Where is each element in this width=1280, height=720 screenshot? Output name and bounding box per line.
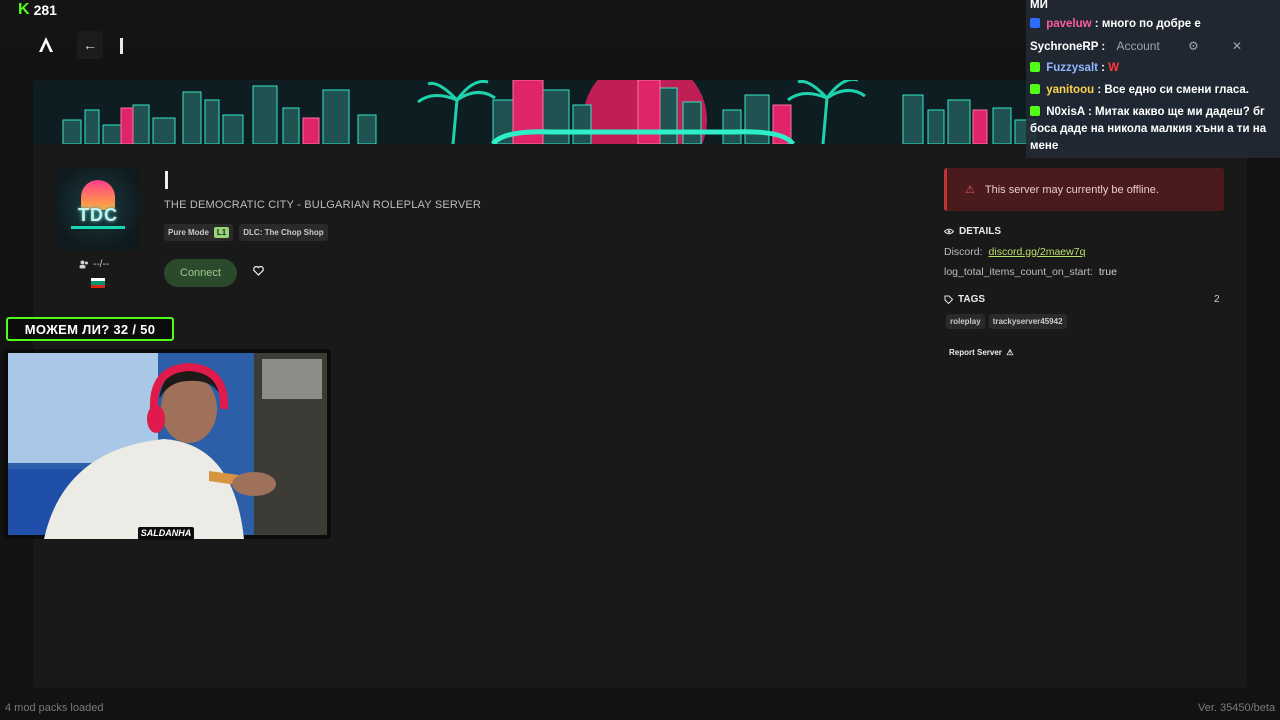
kick-icon: K	[18, 1, 30, 18]
chat-badge-icon	[1030, 62, 1040, 72]
report-server-label: Report Server	[949, 348, 1002, 357]
discord-row: Discord: discord.gg/2maew7q	[944, 246, 1085, 258]
discord-link[interactable]: discord.gg/2maew7q	[989, 246, 1086, 258]
tags-heading: TAGS	[944, 294, 985, 305]
offline-alert: ⚠ This server may currently be offline.	[944, 168, 1224, 211]
webcam-feed	[4, 349, 331, 539]
pure-mode-label: Pure Mode	[168, 228, 209, 237]
report-warning-icon: ⚠	[1004, 348, 1014, 357]
eye-icon	[944, 228, 954, 235]
chat-text: :	[1101, 62, 1106, 74]
dlc-label: DLC: The Chop Shop	[243, 228, 324, 237]
chat-message: SychroneRP : Account ⚙ ✕	[1030, 38, 1276, 56]
chat-message: yanitoou : Все едно си смени гласа.	[1030, 82, 1276, 99]
close-icon[interactable]: ✕	[1232, 38, 1242, 55]
tags-count: 2	[1214, 294, 1220, 305]
chat-username: SychroneRP	[1030, 41, 1099, 53]
server-chips: Pure Mode L1 DLC: The Chop Shop	[164, 224, 328, 241]
stream-goal-banner: МОЖЕМ ЛИ? 32 / 50	[6, 317, 174, 341]
chat-username: paveluw	[1046, 18, 1092, 30]
mod-packs-status: 4 mod packs loaded	[5, 702, 104, 714]
chat-message: Fuzzysalt : W	[1030, 60, 1276, 77]
tag-roleplay[interactable]: roleplay	[946, 314, 985, 329]
chat-message-partial: МИ	[1030, 0, 1276, 14]
streamer-name-tag: SALDANHA	[138, 527, 194, 540]
chat-message: N0xisA : Митак какво ще ми дадеш? бг бос…	[1030, 104, 1276, 155]
favorite-heart-icon[interactable]	[253, 265, 264, 279]
chat-text: : Все едно си смени гласа.	[1097, 84, 1250, 96]
logo-underline	[71, 226, 125, 229]
players-icon	[79, 260, 88, 269]
chat-text: : много по добре е	[1094, 18, 1201, 30]
tag-trackyserver[interactable]: trackyserver45942	[988, 314, 1067, 329]
chat-badge-icon	[1030, 106, 1040, 116]
tags-list: roleplay trackyserver45942	[946, 314, 1067, 329]
back-button[interactable]: ←	[77, 31, 103, 59]
pure-mode-chip: Pure Mode L1	[164, 224, 234, 241]
account-button[interactable]: Account	[1116, 39, 1159, 53]
tags-heading-label: TAGS	[958, 294, 986, 305]
server-logo-text: TDC	[78, 205, 118, 225]
pure-mode-level: L1	[213, 227, 230, 238]
text-cursor	[120, 38, 123, 54]
viewer-count: 281	[33, 2, 57, 18]
chat-emote: W	[1108, 62, 1120, 74]
version-label: Ver. 35450/beta	[1198, 702, 1276, 714]
log-value: true	[1098, 266, 1117, 278]
dlc-chip: DLC: The Chop Shop	[239, 224, 328, 241]
discord-label: Discord:	[944, 246, 983, 258]
chat-username: yanitoou	[1046, 84, 1095, 96]
details-heading: DETAILS	[944, 226, 1001, 237]
chat-badge-icon	[1030, 84, 1040, 94]
warning-icon: ⚠	[965, 184, 975, 196]
player-count-value: --/--	[93, 259, 110, 270]
server-name-caret	[165, 171, 168, 189]
connect-button[interactable]: Connect	[164, 259, 237, 287]
chat-badge-icon	[1030, 18, 1040, 28]
log-label: log_total_items_count_on_start:	[944, 266, 1093, 278]
tag-icon	[944, 295, 953, 304]
chat-username: N0xisA	[1046, 106, 1085, 118]
chat-partial-text: МИ	[1030, 0, 1048, 11]
offline-text: This server may currently be offline.	[984, 183, 1159, 196]
viewer-counter: K 281	[18, 1, 57, 19]
report-server-button[interactable]: Report Server ⚠	[949, 348, 1014, 357]
log-row: log_total_items_count_on_start: true	[944, 266, 1117, 278]
stream-chat-overlay: МИ paveluw : много по добре е SychroneRP…	[1026, 0, 1280, 158]
player-count: --/--	[79, 259, 109, 270]
fivem-logo-icon[interactable]	[36, 34, 56, 56]
settings-gear-icon[interactable]: ⚙	[1188, 38, 1199, 55]
chat-username: Fuzzysalt	[1046, 62, 1098, 74]
bulgaria-flag-icon	[91, 278, 105, 288]
server-title: THE DEMOCRATIC CITY - BULGARIAN ROLEPLAY…	[164, 199, 482, 211]
server-logo: TDC	[57, 168, 139, 250]
chat-text: :	[1101, 41, 1106, 53]
chat-message: paveluw : много по добре е	[1030, 16, 1276, 33]
back-arrow-icon: ←	[83, 37, 97, 53]
details-heading-label: DETAILS	[959, 226, 1002, 237]
